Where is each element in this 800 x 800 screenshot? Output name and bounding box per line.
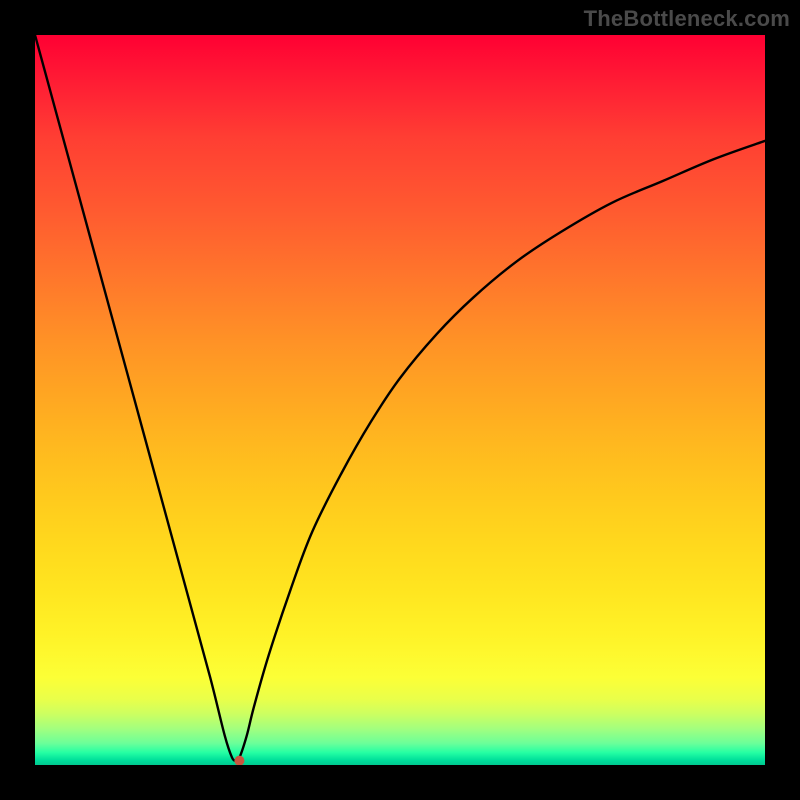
curve-group: [35, 35, 765, 765]
curve-left-branch: [35, 35, 236, 761]
bottleneck-curve-svg: [35, 35, 765, 765]
chart-frame: TheBottleneck.com: [0, 0, 800, 800]
plot-area: [35, 35, 765, 765]
minimum-marker: [234, 756, 244, 765]
curve-right-branch: [236, 141, 765, 761]
watermark-text: TheBottleneck.com: [584, 6, 790, 32]
